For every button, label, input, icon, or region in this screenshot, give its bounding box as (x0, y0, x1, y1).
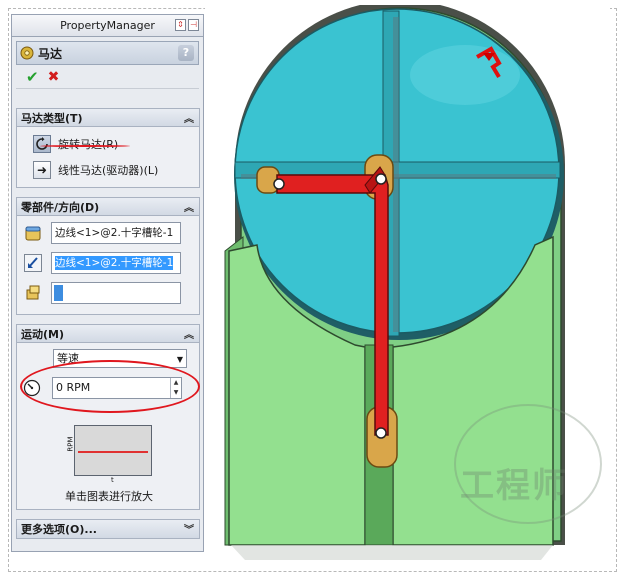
graph-profile-line (78, 451, 148, 453)
pin-hole-left (273, 178, 285, 190)
collapse-icon[interactable]: ⇕ (175, 19, 186, 31)
component-to-move-field[interactable] (51, 282, 181, 304)
help-button[interactable]: ? (178, 45, 194, 61)
component-icon (23, 283, 43, 303)
motion-group: 运动(M) ︽ 等速 ▼ 0 RPM ▲ ▼ RPM t 单击图表进行放大 (16, 324, 200, 510)
ellipse-annotation (20, 360, 200, 413)
component-to-move-row (17, 278, 199, 308)
check-icon[interactable]: ✔ (26, 68, 39, 86)
graph-caption: 单击图表进行放大 (65, 490, 153, 503)
feature-title: 马达 (38, 46, 63, 61)
chevron-up-icon[interactable]: ︽ (184, 199, 194, 214)
chevron-up-icon[interactable]: ︽ (184, 326, 194, 341)
chevron-down-icon[interactable]: ︾ (184, 521, 194, 536)
component-direction-title: 零部件/方向(D) (21, 200, 100, 214)
motor-icon (20, 46, 34, 60)
more-options-header[interactable]: 更多选项(O)... ︾ (17, 520, 199, 538)
chevron-up-icon[interactable]: ︽ (184, 110, 194, 125)
selection-indicator (54, 285, 63, 301)
panel-titlebar: PropertyManager ⇕ ⊣ (12, 15, 203, 37)
motor-location-row: 边线<1>@2.十字槽轮-1 (17, 218, 199, 248)
arrow-right-icon[interactable]: ➜ (33, 161, 51, 179)
motion-title: 运动(M) (21, 327, 65, 341)
direction-arrow-icon[interactable] (23, 253, 43, 273)
pin-hole-bottom (375, 427, 387, 439)
motion-header[interactable]: 运动(M) ︽ (17, 325, 199, 343)
linear-motor-option[interactable]: ➜ 线性马达(驱动器)(L) (17, 157, 199, 183)
dropdown-arrow-icon[interactable]: ▼ (177, 351, 183, 368)
panel-pin-controls[interactable]: ⇕ ⊣ (175, 19, 199, 32)
cylinder-icon (23, 223, 43, 243)
motor-direction-value: 边线<1>@2.十字槽轮-1 (55, 256, 174, 270)
disc-highlight (410, 45, 520, 105)
underline-annotation (40, 145, 130, 147)
rotary-motor-label[interactable]: 旋转马达(R) (58, 136, 118, 152)
rotary-motor-option[interactable]: 旋转马达(R) (17, 131, 199, 157)
panel-title: PropertyManager (60, 19, 155, 32)
component-direction-header[interactable]: 零部件/方向(D) ︽ (17, 198, 199, 216)
motor-direction-field[interactable]: 边线<1>@2.十字槽轮-1 (51, 252, 181, 274)
component-direction-group: 零部件/方向(D) ︽ 边线<1>@2.十字槽轮-1 边线<1>@2.十字槽轮-… (16, 197, 200, 315)
graph-y-label: RPM (66, 436, 75, 452)
motor-type-group: 马达类型(T) ︽ 旋转马达(R) ➜ 线性马达(驱动器)(L) (16, 108, 200, 188)
pin-icon[interactable]: ⊣ (188, 19, 199, 31)
x-icon[interactable]: ✖ (48, 69, 60, 85)
property-manager-panel: PropertyManager ⇕ ⊣ 马达 ? ✔ ✖ 马达类型(T) ︽ 旋… (11, 14, 204, 552)
linear-motor-label[interactable]: 线性马达(驱动器)(L) (58, 162, 158, 178)
motor-type-header[interactable]: 马达类型(T) ︽ (17, 109, 199, 127)
watermark-text: 工程师 (460, 466, 568, 506)
pin-hole-top (375, 173, 387, 185)
motion-profile-graph[interactable]: RPM t (67, 425, 152, 484)
motor-type-title: 马达类型(T) (21, 111, 83, 125)
rotary-motor-icon[interactable] (33, 135, 51, 153)
ok-cancel-row: ✔ ✖ (16, 65, 199, 89)
feature-header: 马达 ? (16, 41, 199, 65)
more-options-title: 更多选项(O)... (21, 523, 97, 536)
motor-location-field[interactable]: 边线<1>@2.十字槽轮-1 (51, 222, 181, 244)
graph-x-label: t (111, 476, 114, 484)
motor-direction-row: 边线<1>@2.十字槽轮-1 (17, 248, 199, 278)
more-options-group: 更多选项(O)... ︾ (16, 519, 200, 539)
